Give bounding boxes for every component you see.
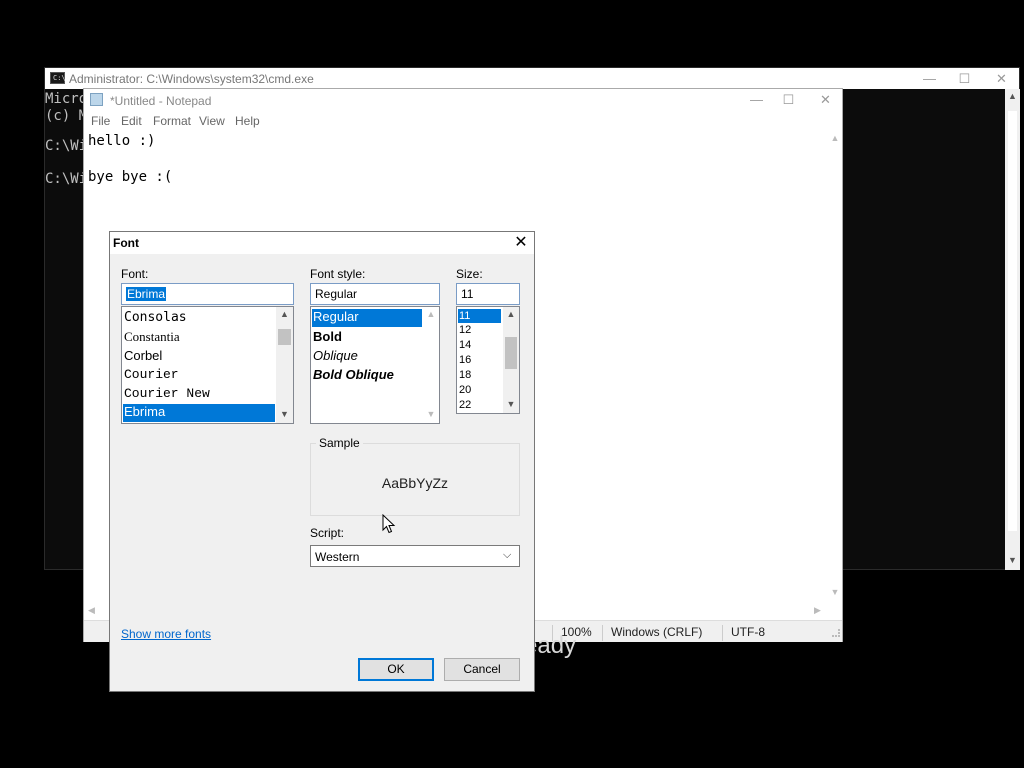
menu-view[interactable]: View: [199, 114, 225, 128]
list-item[interactable]: 16: [458, 354, 501, 366]
size-label: Size:: [456, 267, 483, 281]
cancel-button[interactable]: Cancel: [444, 658, 520, 681]
menu-format[interactable]: Format: [153, 114, 191, 128]
list-item[interactable]: 12: [458, 324, 501, 336]
dialog-title: Font: [113, 236, 139, 250]
list-item-selected[interactable]: Regular: [312, 309, 422, 327]
scroll-down-icon[interactable]: ▼: [503, 399, 519, 409]
list-item[interactable]: 22: [458, 399, 501, 411]
maximize-icon[interactable]: ☐: [770, 89, 807, 110]
status-encoding: UTF-8: [722, 625, 765, 641]
scroll-up-icon[interactable]: ▲: [423, 309, 439, 319]
list-item[interactable]: 20: [458, 384, 501, 396]
font-list-scrollbar[interactable]: ▲ ▼: [276, 307, 293, 423]
list-item[interactable]: Consolas: [123, 310, 275, 325]
list-item[interactable]: Courier: [123, 367, 275, 382]
list-item[interactable]: Oblique: [312, 348, 422, 363]
scroll-right-icon[interactable]: ▶: [814, 605, 821, 616]
scroll-up-icon[interactable]: ▲: [503, 309, 519, 319]
list-item[interactable]: Corbel: [123, 348, 275, 363]
list-item[interactable]: 14: [458, 339, 501, 351]
minimize-icon[interactable]: —: [911, 68, 948, 89]
font-style-list[interactable]: Regular Bold Oblique Bold Oblique ▲ ▼: [310, 306, 440, 424]
show-more-fonts-link[interactable]: Show more fonts: [121, 627, 211, 641]
font-size-input[interactable]: 11: [456, 283, 520, 305]
cmd-line: Micro: [45, 91, 88, 107]
sample-text: AaBbYyZz: [381, 475, 449, 491]
font-name-input[interactable]: Ebrima: [121, 283, 294, 305]
close-icon[interactable]: ✕: [807, 89, 844, 110]
text-line: bye bye :(: [88, 169, 173, 185]
list-item-selected[interactable]: Ebrima: [123, 404, 275, 422]
font-size-list[interactable]: 11 12 14 16 18 20 22 ▲ ▼: [456, 306, 520, 414]
cmd-title: Administrator: C:\Windows\system32\cmd.e…: [69, 72, 314, 86]
sample-label: Sample: [316, 436, 363, 450]
notepad-menubar: File Edit Format View Help: [84, 111, 842, 130]
scroll-left-icon[interactable]: ◀: [88, 605, 95, 616]
maximize-icon[interactable]: ☐: [946, 68, 983, 89]
script-label: Script:: [310, 526, 345, 540]
list-item[interactable]: 18: [458, 369, 501, 381]
font-dialog-titlebar[interactable]: Font ✕: [110, 232, 534, 254]
mouse-pointer-icon: [382, 514, 396, 534]
scroll-down-icon[interactable]: ▼: [276, 409, 293, 419]
resize-grip-icon[interactable]: [832, 629, 840, 637]
scroll-down-icon[interactable]: ▼: [828, 587, 842, 597]
cmd-scrollbar[interactable]: ▲ ▼: [1005, 89, 1020, 570]
ok-button[interactable]: OK: [358, 658, 434, 681]
list-item-selected[interactable]: 11: [458, 309, 501, 323]
notepad-title: *Untitled - Notepad: [110, 94, 212, 108]
script-dropdown[interactable]: Western ⌵: [310, 545, 520, 567]
font-size-scrollbar[interactable]: ▲ ▼: [503, 307, 519, 413]
menu-file[interactable]: File: [91, 114, 110, 128]
status-line-endings: Windows (CRLF): [602, 625, 702, 641]
font-dialog: Font ✕ Font: Ebrima Consolas Constantia …: [109, 231, 535, 692]
scroll-down-icon[interactable]: ▼: [423, 409, 439, 419]
cmd-titlebar[interactable]: C:\ Administrator: C:\Windows\system32\c…: [45, 68, 1019, 89]
scroll-up-icon[interactable]: ▲: [1005, 91, 1020, 101]
scroll-thumb[interactable]: [278, 329, 291, 345]
cmd-line: C:\Wi: [45, 138, 88, 154]
notepad-vertical-scrollbar[interactable]: ▲ ▼: [828, 130, 842, 604]
font-style-label: Font style:: [310, 267, 366, 281]
scroll-up-icon[interactable]: ▲: [276, 309, 293, 319]
script-value: Western: [315, 550, 360, 564]
scroll-down-icon[interactable]: ▼: [1005, 555, 1020, 565]
cmd-line: (c) M: [45, 108, 88, 124]
list-item[interactable]: Bold: [312, 329, 422, 344]
font-style-input[interactable]: Regular: [310, 283, 440, 305]
cmd-line: C:\Wi: [45, 171, 88, 187]
font-label: Font:: [121, 267, 149, 281]
menu-edit[interactable]: Edit: [121, 114, 142, 128]
list-item[interactable]: Constantia: [123, 329, 275, 345]
list-item[interactable]: Bold Oblique: [312, 367, 422, 382]
scroll-thumb[interactable]: [1008, 111, 1017, 531]
close-icon[interactable]: ✕: [983, 68, 1020, 89]
chevron-down-icon[interactable]: ⌵: [503, 549, 511, 562]
notepad-icon: [90, 93, 103, 106]
font-style-scrollbar[interactable]: ▲ ▼: [423, 307, 439, 423]
font-name-value: Ebrima: [126, 287, 167, 301]
menu-help[interactable]: Help: [235, 114, 260, 128]
scroll-up-icon[interactable]: ▲: [828, 133, 842, 143]
notepad-titlebar[interactable]: *Untitled - Notepad — ☐ ✕: [84, 89, 842, 111]
font-list[interactable]: Consolas Constantia Corbel Courier Couri…: [121, 306, 294, 424]
cmd-icon: C:\: [50, 72, 66, 84]
text-line: hello :): [88, 133, 156, 149]
scroll-thumb[interactable]: [505, 337, 517, 369]
list-item[interactable]: Courier New: [123, 386, 275, 401]
close-icon[interactable]: ✕: [508, 232, 534, 254]
